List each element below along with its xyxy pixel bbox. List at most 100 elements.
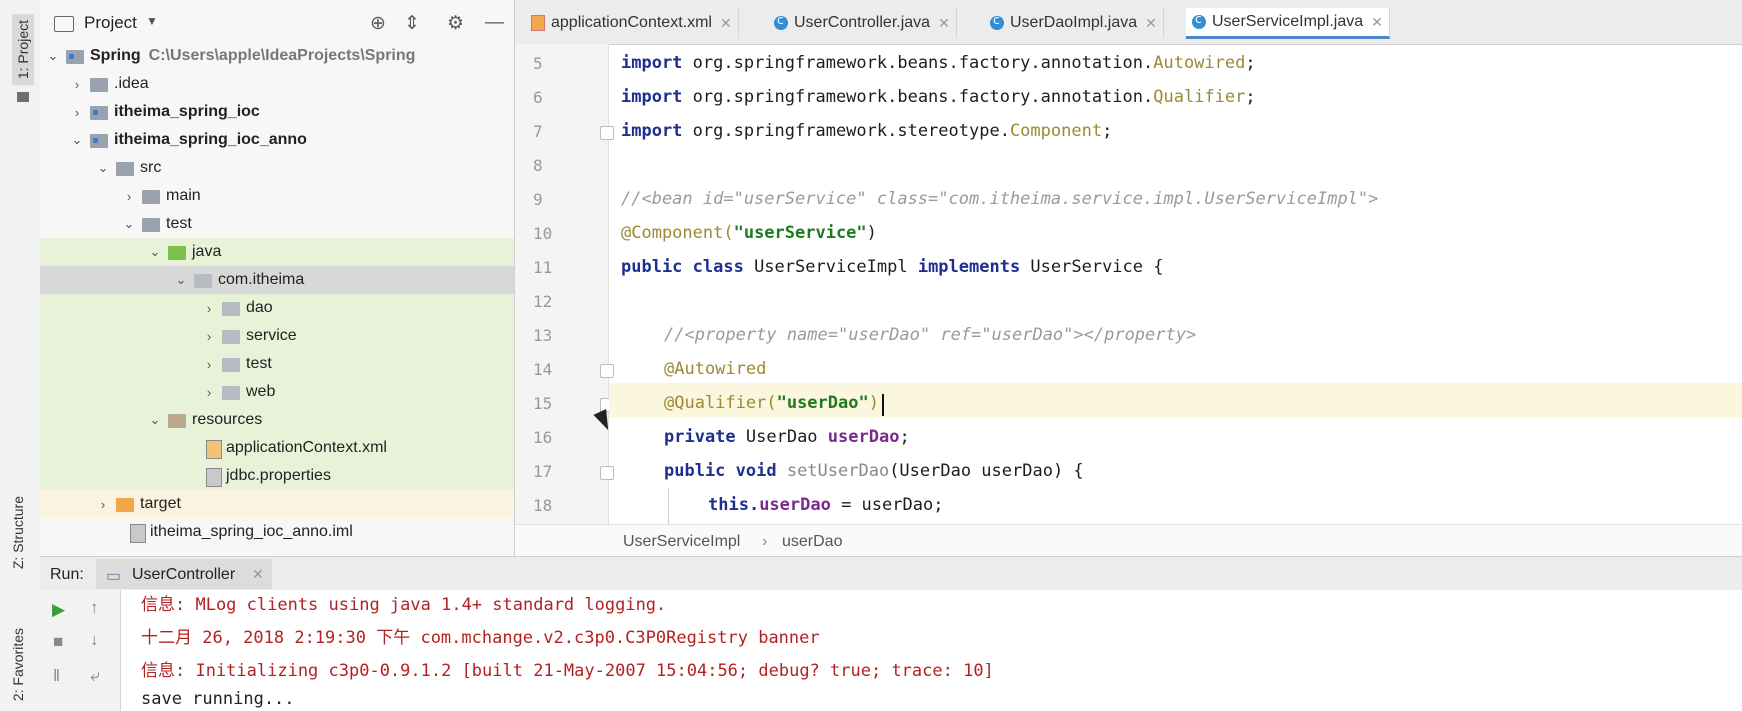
project-tool-tab[interactable]: 1: Project xyxy=(12,14,34,86)
chevron-right-icon[interactable]: › xyxy=(202,385,216,400)
line-number: 7 xyxy=(533,122,543,141)
editor-tab-bar: applicationContext.xml ✕ UserController.… xyxy=(515,0,1742,45)
chevron-right-icon[interactable]: › xyxy=(202,301,216,316)
tab-userserviceimpl-java[interactable]: UserServiceImpl.java ✕ xyxy=(1186,8,1390,39)
collapse-all-icon[interactable]: ⇕ xyxy=(404,12,420,35)
folder-icon xyxy=(142,190,160,204)
close-icon[interactable]: ✕ xyxy=(1145,15,1157,32)
run-tab-usercontroller[interactable]: ▭ UserController ✕ xyxy=(96,559,272,589)
code-line-11: public class UserServiceImpl implements … xyxy=(621,257,1164,277)
console-output[interactable]: 信息: MLog clients using java 1.4+ standar… xyxy=(121,590,1742,711)
chevron-right-icon[interactable]: › xyxy=(202,357,216,372)
chevron-down-icon[interactable]: ⌄ xyxy=(148,412,162,428)
tree-item-label: jdbc.properties xyxy=(226,467,331,484)
chevron-right-icon[interactable]: › xyxy=(70,77,84,92)
close-icon[interactable]: ✕ xyxy=(1371,14,1383,31)
chevron-right-icon[interactable]: › xyxy=(70,105,84,120)
tree-item-com-itheima[interactable]: ⌄ com.itheima xyxy=(40,266,514,294)
project-panel-title[interactable]: Project xyxy=(84,13,137,33)
structure-tool-tab[interactable]: Z: Structure xyxy=(10,496,26,569)
line-number: 13 xyxy=(533,326,553,345)
console-line: 信息: MLog clients using java 1.4+ standar… xyxy=(141,595,667,615)
chevron-right-icon[interactable]: › xyxy=(122,189,136,204)
breadcrumb-item[interactable]: userDao xyxy=(782,533,842,551)
folder-icon xyxy=(90,78,108,92)
module-folder-icon xyxy=(66,50,84,64)
line-number: 8 xyxy=(533,156,543,175)
resources-folder-icon xyxy=(168,414,186,428)
chevron-down-icon[interactable]: ⌄ xyxy=(148,244,162,260)
tree-item-java[interactable]: ⌄ java xyxy=(40,238,514,266)
close-icon[interactable]: ✕ xyxy=(938,15,950,32)
chevron-down-icon[interactable]: ⌄ xyxy=(174,272,188,288)
tree-item-idea[interactable]: › .idea xyxy=(40,70,514,98)
tree-item-iml[interactable]: itheima_spring_ioc_anno.iml xyxy=(40,518,514,546)
tree-item-src[interactable]: ⌄ src xyxy=(40,154,514,182)
line-number: 5 xyxy=(533,54,543,73)
tree-item-itheima-spring-ioc-anno[interactable]: ⌄ itheima_spring_ioc_anno xyxy=(40,126,514,154)
tree-item-label: itheima_spring_ioc xyxy=(114,103,260,120)
tree-item-test[interactable]: ⌄ test xyxy=(40,210,514,238)
package-icon xyxy=(222,302,240,316)
arrow-down-icon[interactable]: ↓ xyxy=(90,630,99,650)
java-class-icon xyxy=(774,13,788,30)
hide-icon[interactable]: — xyxy=(485,12,504,34)
console-line: 十二月 26, 2018 2:19:30 下午 com.mchange.v2.c… xyxy=(141,628,820,648)
chevron-down-icon[interactable]: ▼ xyxy=(146,14,158,28)
excluded-folder-icon xyxy=(116,498,134,512)
tree-item-label: .idea xyxy=(114,75,149,92)
tree-item-label: web xyxy=(246,383,276,400)
chevron-down-icon[interactable]: ⌄ xyxy=(46,48,60,64)
tab-label: UserController.java xyxy=(794,14,931,31)
gear-icon[interactable]: ⚙ xyxy=(447,12,464,35)
locate-icon[interactable]: ⊕ xyxy=(370,12,386,35)
tree-item-applicationcontext[interactable]: applicationContext.xml xyxy=(40,434,514,462)
code-editor[interactable]: import org.springframework.beans.factory… xyxy=(609,44,1742,524)
indent-guide xyxy=(668,488,669,524)
breadcrumb-item[interactable]: UserServiceImpl xyxy=(623,533,740,551)
line-number: 11 xyxy=(533,258,553,277)
arrow-up-icon[interactable]: ↑ xyxy=(90,598,99,618)
rerun-icon[interactable]: ▶ xyxy=(52,600,65,620)
pause-icon[interactable]: ‖ xyxy=(53,666,60,686)
close-icon[interactable]: ✕ xyxy=(252,566,264,583)
run-label: Run: xyxy=(50,566,84,583)
soft-wrap-icon[interactable]: ⤶ xyxy=(90,666,100,686)
chevron-right-icon[interactable]: › xyxy=(96,497,110,512)
line-number: 14 xyxy=(533,360,553,379)
tab-applicationcontext-xml[interactable]: applicationContext.xml ✕ xyxy=(525,8,739,38)
line-number: 16 xyxy=(533,428,553,447)
tree-item-target[interactable]: › target xyxy=(40,490,514,518)
stop-icon[interactable]: ■ xyxy=(53,632,63,652)
project-panel-header: Project ▼ ⊕ ⇕ ⚙ — xyxy=(40,6,514,40)
tree-item-spring[interactable]: ⌄ Spring C:\Users\apple\IdeaProjects\Spri… xyxy=(40,42,514,70)
tree-item-web[interactable]: › web xyxy=(40,378,514,406)
project-view-icon xyxy=(54,16,74,32)
tab-usercontroller-java[interactable]: UserController.java ✕ xyxy=(768,8,957,38)
chevron-down-icon[interactable]: ⌄ xyxy=(70,132,84,148)
chevron-down-icon[interactable]: ⌄ xyxy=(96,160,110,176)
close-icon[interactable]: ✕ xyxy=(720,15,732,32)
editor-gutter: 5 6 7 8 9 10 11 12 13 14 15 16 17 18 xyxy=(515,44,609,524)
code-line-16: private UserDao userDao; xyxy=(664,427,910,447)
tree-item-jdbc-properties[interactable]: jdbc.properties xyxy=(40,462,514,490)
code-line-17: public void setUserDao(UserDao userDao) … xyxy=(664,461,1084,481)
chevron-right-icon[interactable]: › xyxy=(202,329,216,344)
code-line-5: import org.springframework.beans.factory… xyxy=(621,53,1256,73)
line-number: 18 xyxy=(533,496,553,515)
chevron-down-icon[interactable]: ⌄ xyxy=(122,216,136,232)
tree-item-main[interactable]: › main xyxy=(40,182,514,210)
java-class-icon xyxy=(1192,12,1206,29)
favorites-tool-tab[interactable]: 2: Favorites xyxy=(10,628,26,701)
tree-item-dao[interactable]: › dao xyxy=(40,294,514,322)
tab-userdaoimpl-java[interactable]: UserDaoImpl.java ✕ xyxy=(984,8,1164,38)
code-line-6: import org.springframework.beans.factory… xyxy=(621,87,1256,107)
test-source-folder-icon xyxy=(168,246,186,260)
tree-item-test-pkg[interactable]: › test xyxy=(40,350,514,378)
module-folder-icon xyxy=(90,134,108,148)
tree-item-itheima-spring-ioc[interactable]: › itheima_spring_ioc xyxy=(40,98,514,126)
package-icon xyxy=(222,386,240,400)
tree-item-resources[interactable]: ⌄ resources xyxy=(40,406,514,434)
tree-item-service[interactable]: › service xyxy=(40,322,514,350)
code-line-9: //<bean id="userService" class="com.ithe… xyxy=(621,189,1379,209)
